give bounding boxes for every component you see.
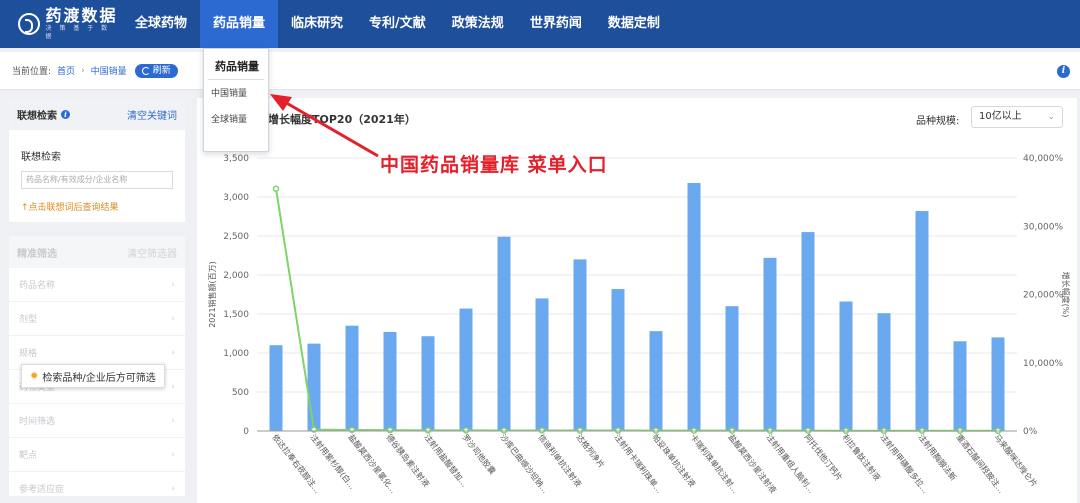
assoc-search-title: 联想检索 [17,110,57,122]
refresh-label: 刷新 [152,65,171,76]
y-tick-label: 1,000 [223,349,249,359]
clear-keywords-link[interactable]: 清空关键词 [127,107,177,122]
chart-bar [307,343,321,431]
chart-bar [573,259,587,431]
chart-bar [611,289,625,431]
y-tick-label: 3,500 [223,154,249,164]
refresh-icon [141,66,150,75]
logo-title: 药渡数据 [45,6,118,25]
nav-world-news[interactable]: 世界药闻 [517,0,595,48]
chart-bar [763,257,777,431]
y-tick-label: 3,000 [223,193,249,203]
drug-sales-dropdown: 药品销量 中国销量 全球销量 [203,48,269,152]
y2-tick-label: 10,000% [1023,359,1063,369]
annotation-text: 中国药品销量库 菜单入口 [380,154,608,176]
y2-tick-label: 30,000% [1023,222,1063,232]
chevron-right-icon: › [81,65,85,76]
clear-filters-link[interactable]: 清空筛选器 [127,245,177,260]
dropdown-item-china-sales[interactable]: 中国销量 [204,82,268,106]
sales-chart: 0 500 1,000 1,500 2,000 2,500 3,000 3,500 0% 10,0… [207,154,1071,495]
nav-clinical[interactable]: 临床研究 [278,0,356,48]
assoc-search-input[interactable]: 药品名称/有效成分/企业名称 [21,171,173,189]
growth-point [272,185,280,192]
logo-icon [18,13,40,35]
chart-bar [497,236,511,431]
info-icon[interactable]: i [61,109,70,119]
chart-panel: 增长幅度TOP20（2021年） 品种规模: 10亿以上 ⌄ 0 500 1,000… [197,98,1077,503]
refresh-button[interactable]: 刷新 [134,63,178,78]
nav-global-drugs[interactable]: 全球药物 [122,0,200,48]
y-axis-label: 2021销售额(百万) [207,261,217,328]
logo[interactable]: 药渡数据 决 策 基 于 数 据 [18,7,122,41]
filter-dosage-form[interactable]: 剂型 › [9,302,185,336]
chevron-right-icon: › [171,415,175,426]
chevron-right-icon: › [171,483,175,494]
tooltip-text: 检索品种/企业后方可筛选 [42,372,156,384]
filter-title: 精准筛选 [17,248,57,260]
assoc-search-tip: ↑点击联想词后查询结果 [21,203,119,213]
chevron-right-icon: › [171,449,175,460]
chart-bar [915,211,929,431]
lightbulb-icon: ✹ [30,370,39,382]
y2-tick-label: 0% [1023,427,1038,437]
x-tick-label: 达格列净片 [574,432,607,470]
info-icon[interactable]: i [1057,65,1070,78]
filter-indication[interactable]: 参考适应症 › [9,472,185,503]
chart-bar [535,298,549,431]
chart-bar [687,182,701,431]
filter-tooltip: ✹ 检索品种/企业后方可筛选 [21,364,165,388]
x-tick-label: 罗沙司他胶囊 [460,432,497,476]
chevron-right-icon: › [171,381,175,392]
nav-policy[interactable]: 政策法规 [439,0,517,48]
assoc-search-label: 联想检索 [21,152,61,163]
chevron-right-icon: › [171,279,175,290]
chart-bar [991,337,1005,431]
nav-drug-sales[interactable]: 药品销量 [200,0,279,48]
x-tick-label: 利拉鲁肽注射液 [840,432,882,482]
y-tick-label: 500 [232,388,249,398]
assoc-search-card: 联想检索 i 清空关键词 联想检索 药品名称/有效成分/企业名称 ↑点击联想词后… [9,98,185,222]
x-tick-label: 注射用胸腺法新 [916,432,958,482]
chart-bar [269,345,283,431]
chart-bar [649,331,663,431]
dropdown-item-global-sales[interactable]: 全球销量 [204,108,268,132]
y2-tick-label: 20,000% [1023,291,1063,301]
chart-bar [877,313,891,431]
breadcrumb-prefix: 当前位置: [12,67,52,77]
y-tick-label: 2,000 [223,271,249,281]
top-nav: 药渡数据 决 策 基 于 数 据 全球药物 药品销量 临床研究 专利/文献 政策… [0,0,1080,48]
filter-time[interactable]: 时间筛选 › [9,404,185,438]
sidebar: 联想检索 i 清空关键词 联想检索 药品名称/有效成分/企业名称 ↑点击联想词后… [9,98,185,503]
y2-axis-label: 增长幅度(%) [1061,272,1071,318]
chart-bar [459,308,473,431]
y-tick-label: 0 [243,427,249,437]
chart-bar [801,232,815,431]
chart-bar [421,336,435,431]
dropdown-header: 药品销量 [208,49,264,80]
breadcrumb-home[interactable]: 首页 [57,64,75,77]
y-tick-label: 2,500 [223,232,249,242]
chart-bar [725,306,739,431]
y-tick-label: 1,500 [223,310,249,320]
chart-bar [345,325,359,431]
chart-bar [839,301,853,431]
breadcrumb-current: 中国销量 [90,67,127,77]
nav-patents[interactable]: 专利/文献 [356,0,439,48]
x-tick-label: 阿托伐他汀钙片 [802,432,844,482]
y2-tick-label: 40,000% [1023,154,1063,164]
chart-bar [383,331,397,431]
filter-target[interactable]: 靶点 › [9,438,185,472]
logo-subtitle: 决 策 基 于 数 据 [45,25,111,40]
chevron-right-icon: › [171,347,175,358]
breadcrumb: 当前位置: 首页 › 中国销量 刷新 i [0,52,1080,90]
chevron-right-icon: › [171,313,175,324]
nav-custom-data[interactable]: 数据定制 [595,0,673,48]
chart-bar [953,341,967,431]
filter-drug-name[interactable]: 药品名称 › [9,268,185,302]
